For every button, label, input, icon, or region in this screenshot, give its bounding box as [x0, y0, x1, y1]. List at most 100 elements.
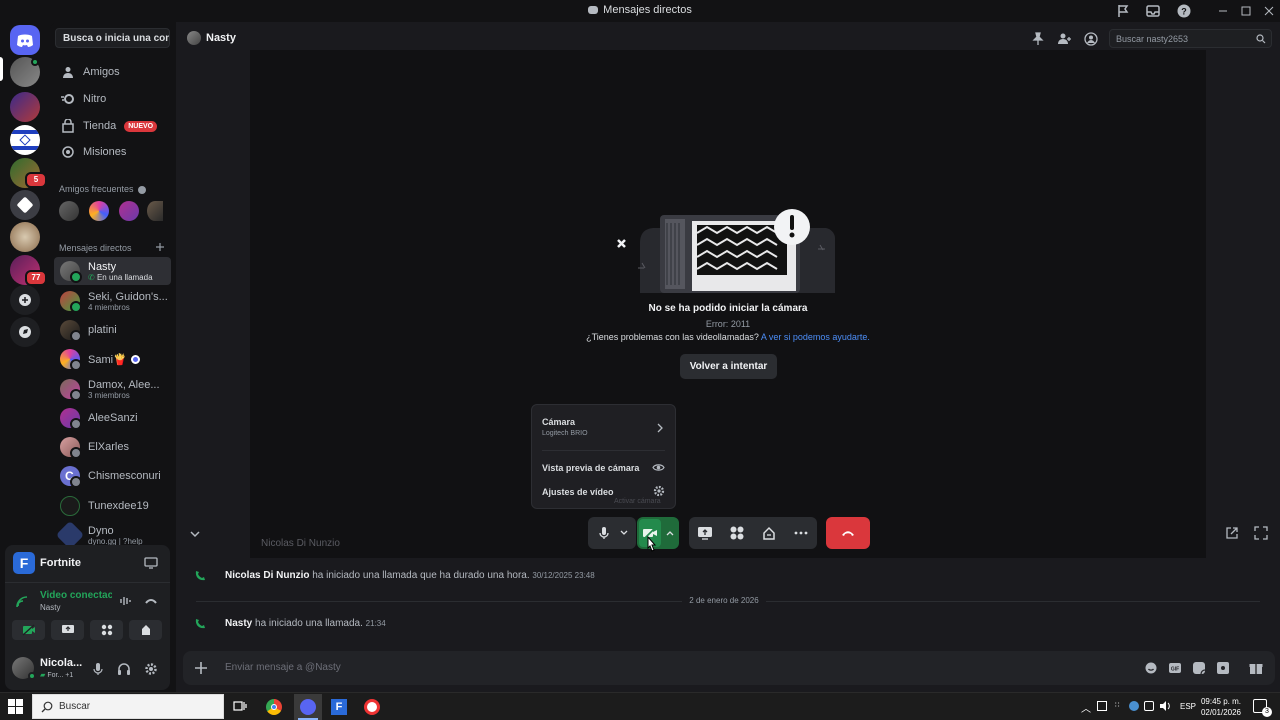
video-settings-option[interactable]: Ajustes de vídeo: [542, 487, 614, 497]
help-link[interactable]: A ver si podemos ayudarte.: [761, 332, 870, 342]
more-options-icon[interactable]: [793, 525, 809, 541]
discord-taskbar-button[interactable]: [294, 694, 322, 720]
frequent-friend-avatar[interactable]: [119, 201, 139, 221]
activities-icon[interactable]: [729, 525, 745, 541]
camera-button[interactable]: [12, 620, 45, 640]
dm-item-tunexdee19[interactable]: Tunexdee19: [54, 492, 171, 520]
user-profile-icon[interactable]: [1084, 32, 1098, 46]
status-dot: [70, 389, 82, 401]
server-icon[interactable]: [10, 125, 40, 155]
windows-start-icon[interactable]: [8, 699, 23, 714]
pop-out-icon[interactable]: [1225, 526, 1239, 540]
sticker-icon[interactable]: [1144, 661, 1158, 675]
tray-app-icon[interactable]: [1097, 701, 1107, 711]
camera-preview-option[interactable]: Vista previa de cámara: [542, 463, 639, 473]
nav-shop[interactable]: Tienda NUEVO: [55, 114, 170, 138]
nitro-badge-icon: [130, 354, 140, 364]
soundboard-icon[interactable]: [761, 525, 777, 541]
noise-suppression-icon[interactable]: [119, 594, 133, 608]
avatar: [60, 496, 80, 516]
message-call-log: Nasty ha iniciado una llamada. 21:34: [225, 618, 386, 629]
inbox-icon[interactable]: [1145, 3, 1161, 19]
dm-item-sami[interactable]: Sami🍟: [54, 345, 171, 373]
message-input[interactable]: Enviar mensaje a @Nasty: [225, 662, 341, 673]
add-server-button[interactable]: [10, 285, 40, 315]
dm-name: ElXarles: [88, 441, 129, 453]
chevron-up-icon[interactable]: [665, 529, 675, 537]
screen-share-button[interactable]: [51, 620, 84, 640]
maximize-icon[interactable]: [1238, 3, 1254, 19]
chrome-icon[interactable]: [266, 699, 282, 715]
tray-ime-icon[interactable]: ∷: [1115, 701, 1119, 709]
server-icon[interactable]: [10, 190, 40, 220]
gift-icon[interactable]: [1249, 661, 1263, 675]
pin-icon[interactable]: [1031, 32, 1045, 46]
language-indicator[interactable]: ESP: [1180, 702, 1196, 711]
status-dot: [70, 418, 82, 430]
nav-nitro[interactable]: Nitro: [55, 87, 170, 111]
retry-button[interactable]: Volver a intentar: [680, 354, 777, 379]
add-attachment-icon[interactable]: [194, 661, 208, 675]
server-icon[interactable]: [10, 222, 40, 252]
dm-item-group[interactable]: Damox, Alee... 3 miembros: [54, 375, 171, 403]
tray-app-icon[interactable]: [1129, 701, 1139, 711]
share-screen-icon[interactable]: [144, 556, 158, 570]
minimize-icon[interactable]: [1215, 3, 1231, 19]
svg-text:GIF: GIF: [1171, 667, 1179, 673]
message-author[interactable]: Nicolas Di Nunzio: [225, 570, 309, 581]
dm-section-label: Mensajes directos: [59, 243, 132, 253]
dm-item-group[interactable]: Seki, Guidon's... 4 miembros: [54, 287, 171, 315]
help-icon[interactable]: ?: [1176, 3, 1192, 19]
settings-gear-icon[interactable]: [144, 662, 158, 676]
sticker-picker-icon[interactable]: [1192, 661, 1206, 675]
volume-icon[interactable]: [1159, 700, 1171, 712]
find-conversation-button[interactable]: Busca o inicia una conv...: [55, 28, 170, 48]
dm-item-aleesanzi[interactable]: AleeSanzi: [54, 404, 171, 432]
dm-item-elxarles[interactable]: ElXarles: [54, 433, 171, 461]
frequent-friend-avatar[interactable]: [59, 201, 79, 221]
app-launcher-icon[interactable]: [1216, 661, 1230, 675]
channel-name[interactable]: Nasty: [206, 32, 236, 44]
frequent-friend-avatar[interactable]: [147, 201, 163, 221]
server-icon[interactable]: [10, 92, 40, 122]
taskbar-clock[interactable]: 09:45 p. m. 02/01/2026: [1198, 696, 1244, 718]
dm-sub: 4 miembros: [88, 302, 130, 312]
frequent-friend-avatar[interactable]: [89, 201, 109, 221]
disconnect-icon[interactable]: [144, 594, 158, 608]
message-author[interactable]: Nasty: [225, 618, 252, 629]
divider: [542, 450, 665, 451]
tray-expand-icon[interactable]: ︿: [1081, 700, 1091, 715]
chevron-down-icon[interactable]: [619, 529, 629, 537]
dm-item-nasty[interactable]: Nasty ✆ En una llamada: [54, 257, 171, 285]
camera-option[interactable]: Cámara Logitech BRIO: [542, 417, 588, 437]
chevron-down-icon[interactable]: [188, 527, 202, 541]
gif-icon[interactable]: GIF: [1168, 661, 1182, 675]
activities-button[interactable]: [90, 620, 123, 640]
info-icon: [138, 185, 147, 194]
inbox-flag-icon[interactable]: [1115, 3, 1131, 19]
taskbar-search[interactable]: Buscar: [32, 694, 224, 719]
discover-button[interactable]: [10, 317, 40, 347]
dm-item-chismesconuri[interactable]: C Chismesconuri: [54, 462, 171, 490]
voice-channel[interactable]: Nasty: [40, 603, 60, 612]
search-input[interactable]: Buscar nasty2653: [1109, 29, 1272, 48]
home-button[interactable]: [10, 25, 40, 55]
fullscreen-icon[interactable]: [1254, 526, 1268, 540]
dm-item-platini[interactable]: platini: [54, 316, 171, 344]
close-icon[interactable]: [1261, 3, 1277, 19]
headphones-icon[interactable]: [117, 662, 131, 676]
network-icon[interactable]: [1144, 701, 1154, 711]
task-view-icon[interactable]: [233, 699, 247, 713]
create-dm-icon[interactable]: [155, 242, 165, 252]
nav-quests[interactable]: Misiones: [55, 140, 170, 164]
add-friend-icon[interactable]: [1057, 32, 1071, 46]
microphone-icon[interactable]: [596, 525, 612, 541]
soundboard-button[interactable]: [129, 620, 162, 640]
nav-friends[interactable]: Amigos: [55, 60, 170, 84]
dm-name: Nasty: [88, 260, 117, 273]
taskbar-search-placeholder: Buscar: [59, 701, 91, 712]
fortnite-taskbar-icon[interactable]: F: [331, 699, 347, 715]
screen-share-icon[interactable]: [697, 525, 713, 541]
microphone-icon[interactable]: [91, 662, 105, 676]
app-taskbar-icon[interactable]: [364, 699, 380, 715]
